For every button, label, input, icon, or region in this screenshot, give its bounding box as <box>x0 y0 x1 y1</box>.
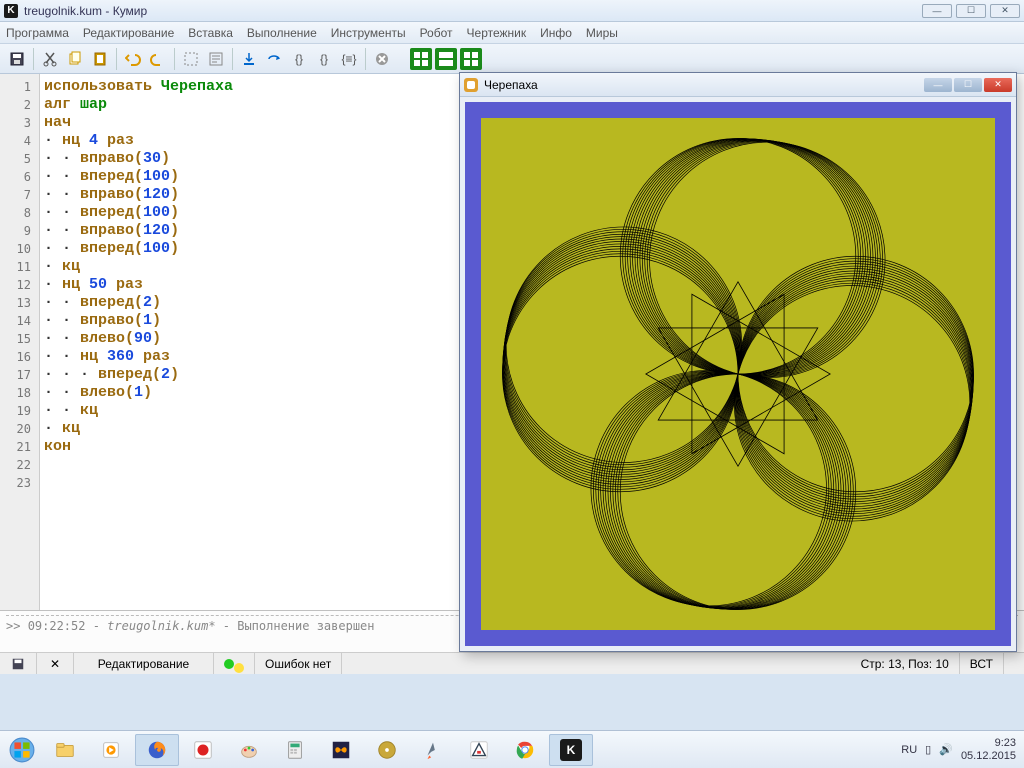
select-all-icon[interactable] <box>180 48 202 70</box>
undo-icon[interactable] <box>122 48 144 70</box>
task-rocket[interactable] <box>411 734 455 766</box>
copy-icon[interactable] <box>64 48 86 70</box>
menu-tools[interactable]: Инструменты <box>331 26 406 40</box>
turtle-app-icon <box>464 78 478 92</box>
svg-text:{}: {} <box>320 52 328 66</box>
menu-info[interactable]: Инфо <box>540 26 572 40</box>
tray-volume-icon[interactable]: 🔊 <box>939 743 953 756</box>
menu-insert[interactable]: Вставка <box>188 26 233 40</box>
turtle-canvas-area <box>460 97 1016 651</box>
braces-3-icon[interactable]: {≡} <box>338 48 360 70</box>
task-chrome[interactable] <box>503 734 547 766</box>
turtle-drawing <box>481 118 995 630</box>
braces-2-icon[interactable]: {} <box>313 48 335 70</box>
window-title: treugolnik.kum - Кумир <box>24 4 147 18</box>
turtle-close-button[interactable]: ✕ <box>984 78 1012 92</box>
minimize-button[interactable]: — <box>922 4 952 18</box>
led-yellow-icon <box>234 663 244 673</box>
menu-edit[interactable]: Редактирование <box>83 26 174 40</box>
step-into-icon[interactable] <box>238 48 260 70</box>
svg-text:{≡}: {≡} <box>341 52 356 66</box>
start-button[interactable] <box>2 734 42 766</box>
status-position: Стр: 13, Поз: 10 <box>861 657 949 671</box>
console-time: 09:22:52 <box>28 619 86 633</box>
paste-icon[interactable] <box>89 48 111 70</box>
task-calculator[interactable] <box>273 734 317 766</box>
task-kumir[interactable]: K <box>549 734 593 766</box>
task-app-red[interactable] <box>181 734 225 766</box>
status-insert: ВСТ <box>970 657 993 671</box>
maximize-button[interactable]: ☐ <box>956 4 986 18</box>
task-firefox[interactable] <box>135 734 179 766</box>
console-message: Выполнение завершен <box>237 619 374 633</box>
menubar: Программа Редактирование Вставка Выполне… <box>0 22 1024 44</box>
layout-3-icon[interactable] <box>460 48 482 70</box>
turtle-title: Черепаха <box>484 78 538 92</box>
layout-2-icon[interactable] <box>435 48 457 70</box>
cut-icon[interactable] <box>39 48 61 70</box>
close-button[interactable]: ✕ <box>990 4 1020 18</box>
turtle-minimize-button[interactable]: — <box>924 78 952 92</box>
menu-run[interactable]: Выполнение <box>247 26 317 40</box>
comment-icon[interactable] <box>205 48 227 70</box>
layout-buttons <box>410 48 482 70</box>
menu-worlds[interactable]: Миры <box>586 26 618 40</box>
menu-program[interactable]: Программа <box>6 26 69 40</box>
toolbar: {} {} {≡} <box>0 44 1024 74</box>
tray-clock[interactable]: 9:23 05.12.2015 <box>961 737 1016 763</box>
task-media-player[interactable] <box>89 734 133 766</box>
stop-icon[interactable] <box>371 48 393 70</box>
menu-drafter[interactable]: Чертежник <box>467 26 527 40</box>
tray-flag-icon[interactable]: ▯ <box>925 743 931 756</box>
svg-text:{}: {} <box>295 52 303 66</box>
task-disc[interactable] <box>365 734 409 766</box>
main-titlebar: K treugolnik.kum - Кумир — ☐ ✕ <box>0 0 1024 22</box>
turtle-window[interactable]: Черепаха — ☐ ✕ <box>459 72 1017 652</box>
layout-1-icon[interactable] <box>410 48 432 70</box>
turtle-titlebar[interactable]: Черепаха — ☐ ✕ <box>460 73 1016 97</box>
task-paint[interactable] <box>227 734 271 766</box>
turtle-maximize-button[interactable]: ☐ <box>954 78 982 92</box>
redo-icon[interactable] <box>147 48 169 70</box>
app-icon: K <box>4 4 18 18</box>
taskbar: K RU ▯ 🔊 9:23 05.12.2015 <box>0 730 1024 768</box>
tray-language[interactable]: RU <box>901 744 917 756</box>
window-controls: — ☐ ✕ <box>922 4 1020 18</box>
status-errors: Ошибок нет <box>265 657 331 671</box>
led-green-icon <box>224 659 234 669</box>
line-gutter: 1234567891011121314151617181920212223 <box>0 74 40 610</box>
status-mode: Редактирование <box>98 657 189 671</box>
turtle-window-controls: — ☐ ✕ <box>924 78 1012 92</box>
menu-robot[interactable]: Робот <box>420 26 453 40</box>
save-icon[interactable] <box>6 48 28 70</box>
step-over-icon[interactable] <box>263 48 285 70</box>
system-tray: RU ▯ 🔊 9:23 05.12.2015 <box>901 737 1022 763</box>
braces-1-icon[interactable]: {} <box>288 48 310 70</box>
console-file: treugolnik.kum* <box>107 619 215 633</box>
statusbar: ✕ Редактирование Ошибок нет Стр: 13, Поз… <box>0 652 1024 674</box>
task-butterfly[interactable] <box>319 734 363 766</box>
task-triangle-app[interactable] <box>457 734 501 766</box>
task-explorer[interactable] <box>43 734 87 766</box>
close-file-icon[interactable]: ✕ <box>47 656 63 672</box>
save-status-icon[interactable] <box>10 656 26 672</box>
